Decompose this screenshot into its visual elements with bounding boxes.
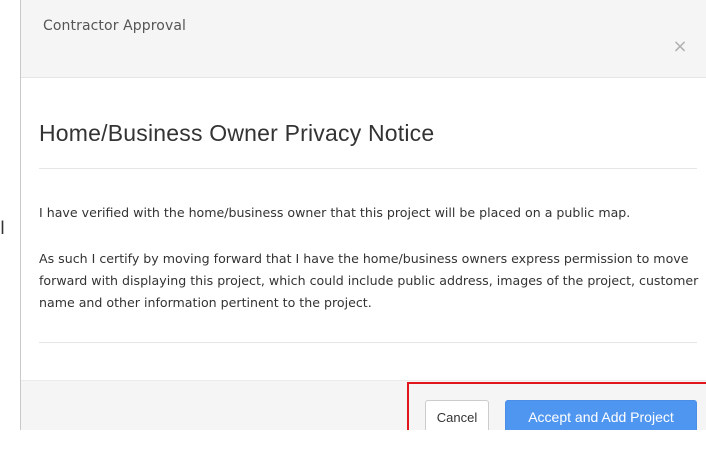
modal-header-title: Contractor Approval [43, 18, 187, 34]
privacy-notice-title: Home/Business Owner Privacy Notice [39, 120, 435, 146]
page-bottom-strip [20, 430, 706, 452]
title-divider [39, 168, 697, 169]
modal-header: Contractor Approval × [21, 0, 706, 78]
modal-body: Home/Business Owner Privacy Notice I hav… [21, 78, 706, 380]
background-partial-text: l [0, 218, 6, 239]
close-icon[interactable]: × [669, 36, 691, 58]
accept-and-add-project-button[interactable]: Accept and Add Project [505, 400, 697, 434]
footer-top-border [21, 380, 706, 381]
certification-paragraph: As such I certify by moving forward that… [39, 251, 699, 310]
cancel-button[interactable]: Cancel [425, 400, 489, 434]
body-divider [39, 342, 697, 343]
modal-footer: Cancel Accept and Add Project [21, 380, 706, 444]
contractor-approval-modal: Contractor Approval × Home/Business Owne… [20, 0, 706, 444]
verification-paragraph: I have verified with the home/business o… [39, 205, 631, 220]
